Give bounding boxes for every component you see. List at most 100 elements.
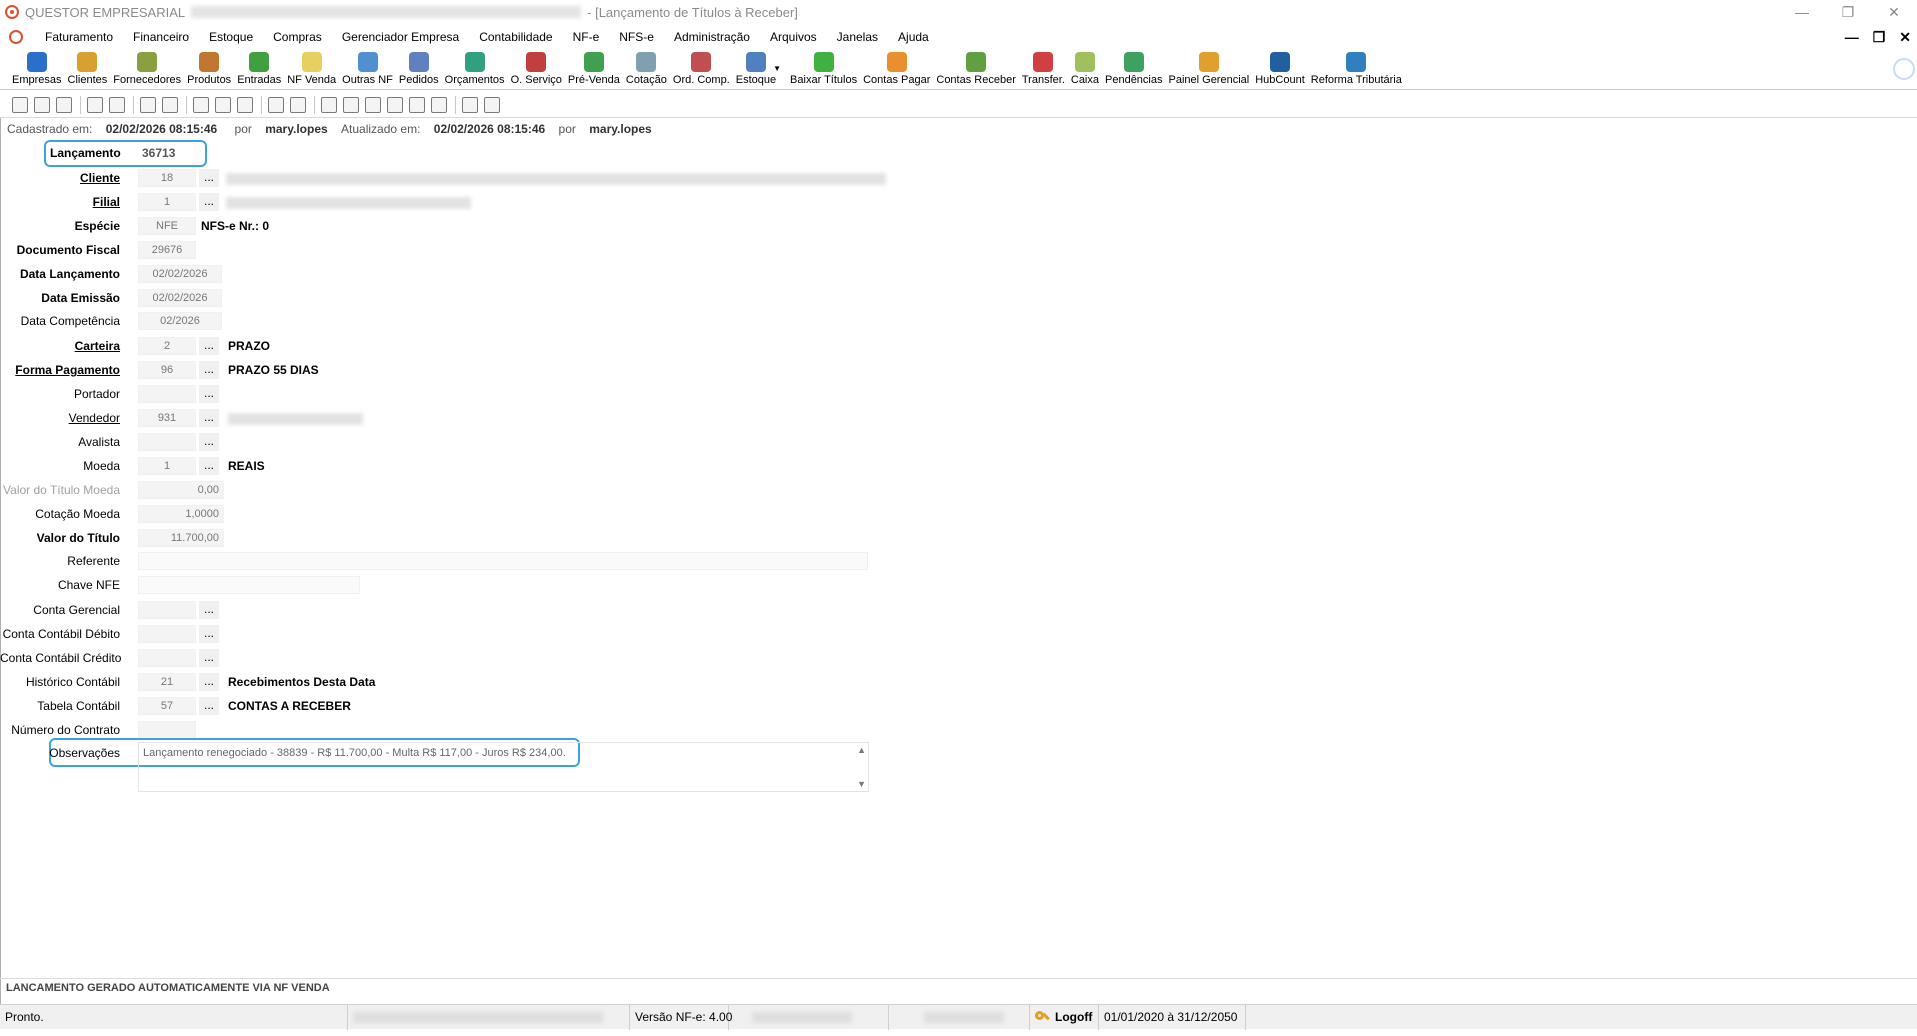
report-icon[interactable] <box>268 96 284 113</box>
minimize-button[interactable]: — <box>1779 0 1825 24</box>
toolbar-baixar-titulos[interactable]: Baixar Títulos <box>787 50 860 90</box>
toolbar-clientes[interactable]: Clientes <box>65 50 111 90</box>
exit-icon[interactable] <box>484 96 500 113</box>
menu-contabilidade[interactable]: Contabilidade <box>469 30 562 44</box>
carteira-code-field[interactable]: 2 <box>138 337 196 355</box>
scroll-up-icon[interactable]: ▲ <box>857 745 866 755</box>
forma-pagamento-lookup-button[interactable]: ... <box>199 361 219 379</box>
forma-pagamento-label[interactable]: Forma Pagamento <box>0 363 120 377</box>
prev-record-icon[interactable] <box>343 96 359 113</box>
data-emissao-field[interactable]: 02/02/2026 <box>138 289 222 307</box>
filial-code-field[interactable]: 1 <box>138 193 196 211</box>
conta-contabil-debito-code-field[interactable] <box>138 625 196 643</box>
observacoes-textarea[interactable]: Lançamento renegociado - 38839 - R$ 11.7… <box>138 742 869 792</box>
toolbar-reforma-tributaria[interactable]: Reforma Tributária <box>1308 50 1405 90</box>
menu-app-icon[interactable] <box>9 30 23 44</box>
menu-estoque[interactable]: Estoque <box>199 30 263 44</box>
menu-gerenciador-empresa[interactable]: Gerenciador Empresa <box>332 30 469 44</box>
toolbar-nf-venda[interactable]: NF Venda <box>284 50 339 90</box>
scroll-down-icon[interactable]: ▼ <box>857 779 866 789</box>
edit-record-icon[interactable] <box>34 96 50 113</box>
maximize-button[interactable]: ❐ <box>1825 0 1871 24</box>
forma-pagamento-code-field[interactable]: 96 <box>138 361 196 379</box>
delete-record-icon[interactable] <box>56 96 72 113</box>
toolbar-empresas[interactable]: Empresas <box>9 50 65 90</box>
menu-ajuda[interactable]: Ajuda <box>888 30 939 44</box>
valor-titulo-moeda-field[interactable]: 0,00 <box>138 481 224 499</box>
toolbar-cotacao[interactable]: Cotação <box>623 50 670 90</box>
toolbar-hubcount[interactable]: HubCount <box>1252 50 1308 90</box>
cliente-label[interactable]: Cliente <box>0 171 120 185</box>
numero-contrato-field[interactable] <box>138 721 196 739</box>
toolbar-transfer[interactable]: Transfer. <box>1019 50 1068 90</box>
calendar-icon[interactable] <box>215 96 231 113</box>
portador-code-field[interactable] <box>138 385 196 403</box>
zoom-icon[interactable] <box>387 96 403 113</box>
filial-label[interactable]: Filial <box>0 195 120 209</box>
menu-nfe[interactable]: NF-e <box>563 30 610 44</box>
child-restore-button[interactable]: ❐ <box>1873 29 1886 46</box>
toolbar-orcamentos[interactable]: Orçamentos <box>442 50 508 90</box>
toolbar-pendencias[interactable]: Pendências <box>1102 50 1166 90</box>
especie-field[interactable]: NFE <box>138 217 196 235</box>
menu-arquivos[interactable]: Arquivos <box>760 30 827 44</box>
chart-icon[interactable] <box>290 96 306 113</box>
moeda-code-field[interactable]: 1 <box>138 457 196 475</box>
historico-contabil-lookup-button[interactable]: ... <box>199 673 219 691</box>
conta-contabil-credito-lookup-button[interactable]: ... <box>199 649 219 667</box>
chave-nfe-field[interactable] <box>138 576 360 594</box>
referente-field[interactable] <box>138 552 868 570</box>
toolbar-ord-comp[interactable]: Ord. Comp. <box>670 50 733 90</box>
tabela-contabil-code-field[interactable]: 57 <box>138 697 196 715</box>
conta-contabil-debito-lookup-button[interactable]: ... <box>199 625 219 643</box>
tools-icon[interactable] <box>409 96 425 113</box>
cliente-code-field[interactable]: 18 <box>138 169 196 187</box>
toolbar-painel-gerencial[interactable]: Painel Gerencial <box>1166 50 1253 90</box>
close-button[interactable]: ✕ <box>1871 0 1917 24</box>
print-icon[interactable] <box>109 96 125 113</box>
historico-contabil-code-field[interactable]: 21 <box>138 673 196 691</box>
data-competencia-field[interactable]: 02/2026 <box>138 312 222 330</box>
lancamento-field[interactable]: 36713 <box>138 144 194 162</box>
toolbar-caixa[interactable]: Caixa <box>1068 50 1102 90</box>
toolbar-contas-receber[interactable]: Contas Receber <box>933 50 1019 90</box>
conta-gerencial-lookup-button[interactable]: ... <box>199 601 219 619</box>
conta-contabil-credito-code-field[interactable] <box>138 649 196 667</box>
vendedor-lookup-button[interactable]: ... <box>199 409 219 427</box>
new-record-icon[interactable] <box>12 96 28 113</box>
menu-financeiro[interactable]: Financeiro <box>123 30 199 44</box>
toolbar-contas-pagar[interactable]: Contas Pagar <box>860 50 933 90</box>
first-record-icon[interactable] <box>321 96 337 113</box>
menu-compras[interactable]: Compras <box>263 30 332 44</box>
menu-administracao[interactable]: Administração <box>664 30 760 44</box>
portador-lookup-button[interactable]: ... <box>199 385 219 403</box>
carteira-label[interactable]: Carteira <box>0 339 120 353</box>
tabela-contabil-lookup-button[interactable]: ... <box>199 697 219 715</box>
menu-faturamento[interactable]: Faturamento <box>35 30 123 44</box>
carteira-lookup-button[interactable]: ... <box>199 337 219 355</box>
logoff-button[interactable]: Logoff <box>1030 1004 1099 1030</box>
menu-nfse[interactable]: NFS-e <box>609 30 664 44</box>
vendedor-code-field[interactable]: 931 <box>138 409 196 427</box>
avalista-code-field[interactable] <box>138 433 196 451</box>
toolbar-fornecedores[interactable]: Fornecedores <box>110 50 184 90</box>
cotacao-moeda-field[interactable]: 1,0000 <box>138 505 224 523</box>
toolbar-pedidos[interactable]: Pedidos <box>396 50 442 90</box>
toolbar-o-servico[interactable]: O. Serviço <box>508 50 565 90</box>
search-icon[interactable] <box>87 96 103 113</box>
cliente-lookup-button[interactable]: ... <box>199 169 219 187</box>
valor-titulo-field[interactable]: 11.700,00 <box>138 529 224 547</box>
menu-janelas[interactable]: Janelas <box>827 30 888 44</box>
vendedor-label[interactable]: Vendedor <box>0 411 120 425</box>
save-icon[interactable] <box>140 96 156 113</box>
help-icon[interactable] <box>193 96 209 113</box>
undo-icon[interactable] <box>162 96 178 113</box>
copy-icon[interactable] <box>365 96 381 113</box>
toolbar-outras-nf[interactable]: Outras NF <box>339 50 396 90</box>
user-icon[interactable] <box>462 96 478 113</box>
toolbar-pre-venda[interactable]: Pré-Venda <box>565 50 623 90</box>
child-close-button[interactable]: ✕ <box>1899 29 1911 46</box>
estoque-dropdown-icon[interactable]: ▼ <box>773 64 781 73</box>
conta-gerencial-code-field[interactable] <box>138 601 196 619</box>
toolbar-entradas[interactable]: Entradas <box>234 50 284 90</box>
